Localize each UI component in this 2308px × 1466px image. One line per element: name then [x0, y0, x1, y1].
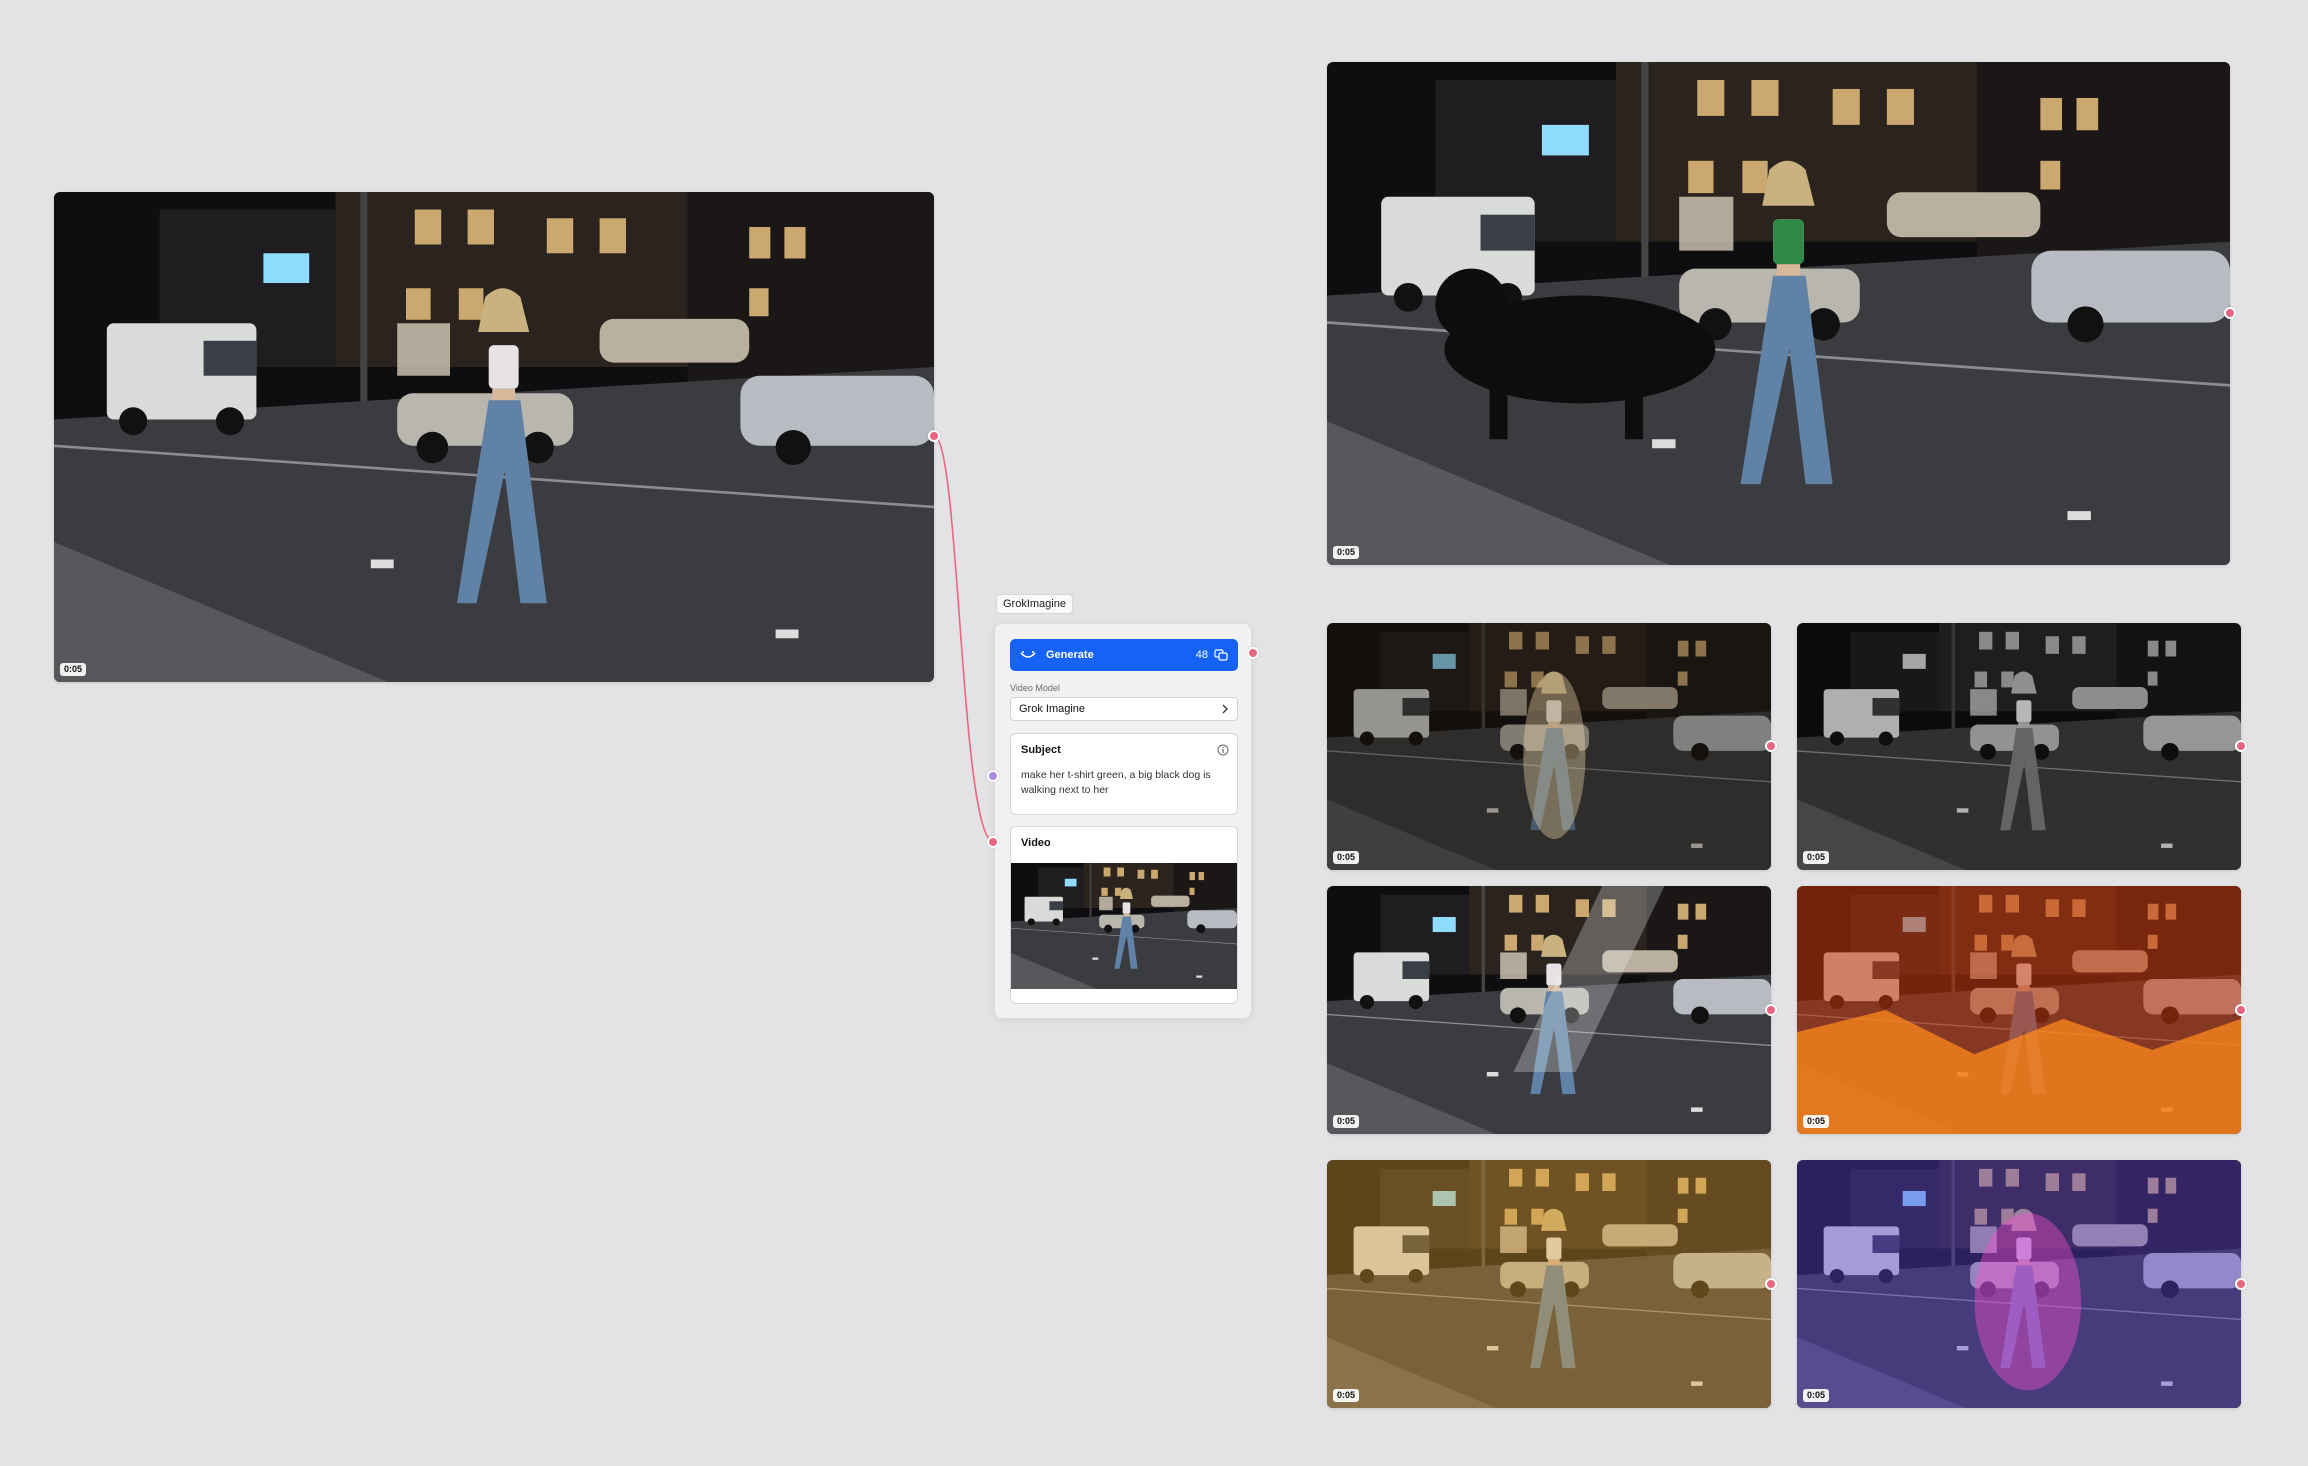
- output-video-main[interactable]: 0:05: [1327, 62, 2230, 565]
- video-model-label: Video Model: [1010, 683, 1060, 693]
- source-video-node[interactable]: 0:05: [54, 192, 934, 682]
- credits-icon: [1214, 649, 1228, 661]
- output-frame: [1327, 886, 1771, 1134]
- output-frame: [1797, 1160, 2241, 1408]
- output-video-fire[interactable]: 0:05: [1797, 886, 2241, 1134]
- duration-badge: 0:05: [1333, 1115, 1360, 1128]
- duration-badge: 0:05: [1333, 546, 1360, 559]
- output-main-frame: [1327, 62, 2230, 565]
- subject-card[interactable]: Subject make her t-shirt green, a big bl…: [1010, 733, 1238, 815]
- chevron-right-icon: [1222, 704, 1228, 714]
- subject-input-port[interactable]: [987, 770, 999, 782]
- edge-source-to-video: [933, 435, 995, 843]
- video-card-title: Video: [1021, 837, 1051, 849]
- output-frame: [1797, 623, 2241, 870]
- output-video-grayscale[interactable]: 0:05: [1797, 623, 2241, 870]
- output-port[interactable]: [2235, 740, 2247, 752]
- source-video-frame: [54, 192, 934, 682]
- output-main-port[interactable]: [2224, 307, 2236, 319]
- output-video-backlit[interactable]: 0:05: [1327, 623, 1771, 870]
- source-output-port[interactable]: [928, 430, 940, 442]
- video-model-select[interactable]: Grok Imagine: [1010, 697, 1238, 721]
- output-video-light-beam[interactable]: 0:05: [1327, 886, 1771, 1134]
- output-video-golden[interactable]: 0:05: [1327, 1160, 1771, 1408]
- grok-imagine-node[interactable]: Generate 48 Video Model Grok Imagine Sub…: [994, 623, 1252, 1019]
- output-video-neon-pink[interactable]: 0:05: [1797, 1160, 2241, 1408]
- subject-prompt-text[interactable]: make her t-shirt green, a big black dog …: [1021, 768, 1226, 798]
- output-frame: [1327, 623, 1771, 870]
- video-model-value: Grok Imagine: [1019, 703, 1086, 715]
- output-port[interactable]: [1765, 1278, 1777, 1290]
- output-port[interactable]: [1765, 740, 1777, 752]
- output-port[interactable]: [2235, 1278, 2247, 1290]
- generate-output-port[interactable]: [1247, 647, 1259, 659]
- duration-badge: 0:05: [60, 663, 87, 676]
- output-frame: [1797, 886, 2241, 1134]
- generate-button[interactable]: Generate 48: [1010, 639, 1238, 671]
- duration-badge: 0:05: [1803, 851, 1830, 864]
- node-title-tag: GrokImagine: [996, 594, 1073, 614]
- duration-badge: 0:05: [1803, 1115, 1830, 1128]
- credits-count: 48: [1195, 649, 1208, 661]
- duration-badge: 0:05: [1333, 851, 1360, 864]
- duration-badge: 0:05: [1803, 1389, 1830, 1402]
- video-input-port[interactable]: [987, 836, 999, 848]
- output-port[interactable]: [1765, 1004, 1777, 1016]
- video-input-thumbnail: [1011, 863, 1237, 989]
- subject-title: Subject: [1021, 744, 1061, 756]
- generate-label: Generate: [1046, 649, 1094, 661]
- video-input-card[interactable]: Video: [1010, 826, 1238, 1004]
- duration-badge: 0:05: [1333, 1389, 1360, 1402]
- grok-logo-icon: [1020, 651, 1036, 658]
- info-icon[interactable]: [1217, 744, 1229, 756]
- output-port[interactable]: [2235, 1004, 2247, 1016]
- output-frame: [1327, 1160, 1771, 1408]
